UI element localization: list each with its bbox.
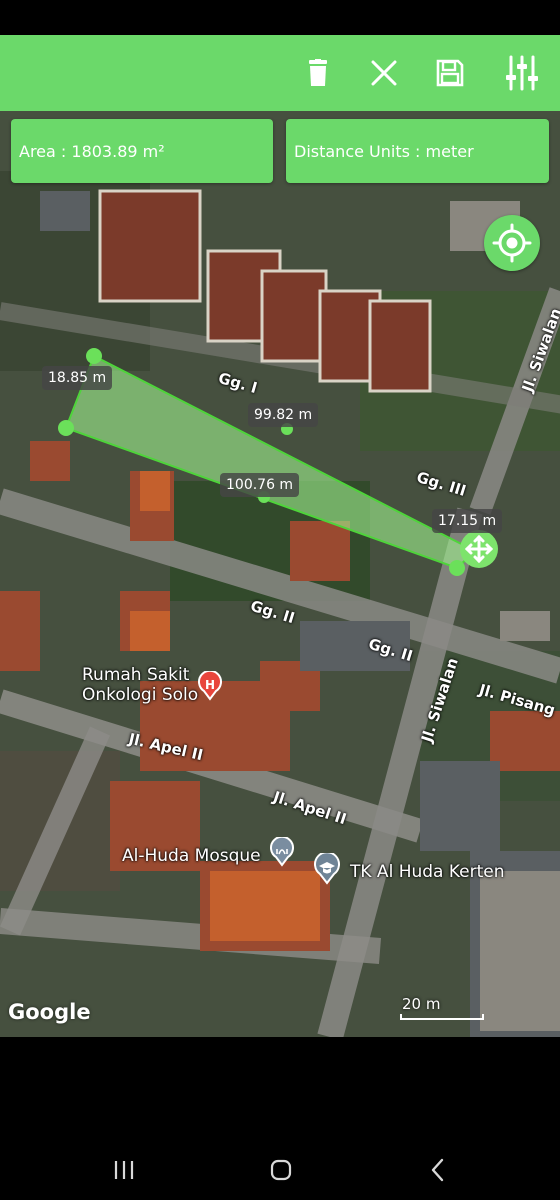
poi-mosque[interactable]: Al-Huda Mosque <box>122 846 261 866</box>
save-button[interactable] <box>430 53 470 93</box>
area-card: Area : 1803.89 m² <box>11 119 273 183</box>
poi-school[interactable]: TK Al Huda Kerten <box>350 862 505 882</box>
poi-hospital-name-line2: Onkologi Solo <box>82 685 199 705</box>
hospital-icon: H <box>198 671 222 701</box>
home-icon <box>270 1159 292 1181</box>
area-text: Area : 1803.89 m² <box>19 141 165 161</box>
distance-units-text: Distance Units : meter <box>294 141 474 161</box>
crosshair-icon <box>492 223 532 263</box>
top-toolbar <box>0 35 560 111</box>
school-icon <box>314 853 340 885</box>
mosque-icon <box>270 837 294 867</box>
trash-icon <box>309 59 327 86</box>
my-location-button[interactable] <box>484 215 540 271</box>
google-attribution: Google <box>8 1000 91 1024</box>
distance-label-right: 17.15 m <box>432 509 503 533</box>
status-bar <box>0 0 560 35</box>
satellite-imagery <box>0 111 560 1037</box>
close-button[interactable] <box>364 53 404 93</box>
recents-button[interactable] <box>104 1150 144 1190</box>
distance-label-left: 18.85 m <box>42 366 113 390</box>
settings-button[interactable] <box>502 53 542 93</box>
poi-hospital-name-line1: Rumah Sakit <box>82 665 190 685</box>
distance-units-card[interactable]: Distance Units : meter <box>286 119 549 183</box>
svg-text:H: H <box>205 678 215 692</box>
save-icon <box>436 59 464 87</box>
distance-label-top: 99.82 m <box>248 403 319 427</box>
map-view[interactable]: Gg. I Gg. III Gg. II Gg. II Jl. Siwalan … <box>0 111 560 1037</box>
back-button[interactable] <box>418 1150 458 1190</box>
delete-button[interactable] <box>298 53 338 93</box>
scale-label: 20 m <box>402 995 441 1013</box>
sliders-icon <box>506 55 538 91</box>
back-icon <box>431 1158 444 1182</box>
distance-label-bottom: 100.76 m <box>220 473 300 497</box>
poi-hospital[interactable]: Rumah Sakit Onkologi Solo <box>82 665 198 705</box>
recents-icon <box>114 1161 134 1179</box>
home-button[interactable] <box>261 1150 301 1190</box>
close-icon <box>371 60 397 86</box>
scale-bar <box>400 1014 484 1020</box>
